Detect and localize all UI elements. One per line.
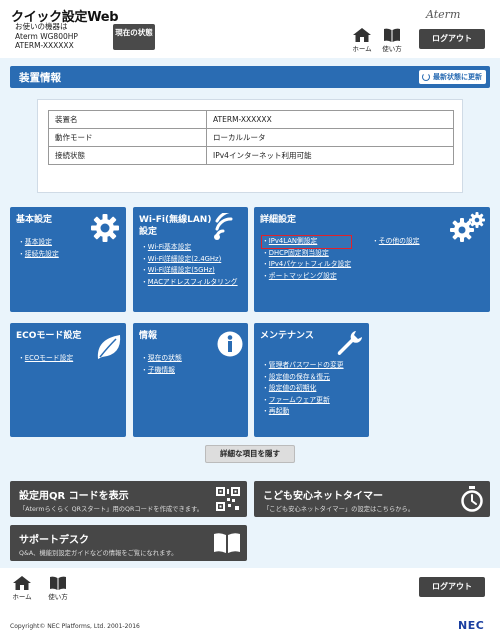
page-titlebar: 装置情報 最新状態に更新 — [10, 66, 490, 88]
device-name: ATERM-XXXXXX — [15, 41, 74, 50]
banner-desc: 「Atermらくらく QRスタート」用のQRコードを作成できます。 — [19, 506, 204, 513]
device-label: お使いの機器は — [15, 22, 68, 31]
tile-title: 基本設定 — [16, 215, 53, 225]
brand-logo: Aterm — [426, 8, 461, 21]
table-row: 動作モード ローカルルータ — [48, 128, 454, 147]
device-info-table: 装置名 ATERM-XXXXXX 動作モード ローカルルータ 接続状態 IPv4インタ… — [48, 110, 454, 165]
gears-icon — [450, 212, 485, 242]
tile-eco-mode: ECOモード設定 ECOモード設定 — [10, 323, 126, 437]
wrench-icon — [337, 331, 362, 355]
status-button[interactable]: 現在の状態 — [113, 24, 155, 50]
device-model: Aterm WG800HP — [15, 31, 78, 41]
menu-link[interactable]: 現在の状態 — [141, 353, 182, 365]
tile-title: 情報 — [139, 331, 158, 341]
gear-icon — [91, 214, 119, 242]
info-value: ATERM-XXXXXX — [206, 110, 454, 129]
refresh-icon — [422, 73, 430, 81]
banner-title: 設定用QR コードを表示 — [19, 491, 129, 502]
info-key: 装置名 — [48, 110, 207, 129]
refresh-button[interactable]: 最新状態に更新 — [419, 70, 486, 84]
banner-title: こども安心ネットタイマー — [263, 491, 383, 502]
logout-button-footer[interactable]: ログアウト — [419, 577, 485, 597]
qr-code-banner[interactable]: 設定用QR コードを表示 「Atermらくらく QRスタート」用のQRコードを作… — [10, 481, 247, 517]
menu-link[interactable]: Wi-Fi詳細設定(2.4GHz) — [141, 254, 241, 266]
menu-link[interactable]: 設定値の保存＆復元 — [262, 372, 344, 384]
wifi-icon — [214, 213, 233, 240]
device-info-box: 装置名 ATERM-XXXXXX 動作モード ローカルルータ 接続状態 IPv4インタ… — [37, 99, 463, 193]
stopwatch-icon — [461, 486, 483, 512]
book-icon — [50, 576, 66, 590]
header: クイック設定Web お使いの機器は Aterm WG800HP ATERM-XX… — [0, 0, 500, 58]
logout-button[interactable]: ログアウト — [419, 29, 485, 49]
kids-net-timer-banner[interactable]: こども安心ネットタイマー 「こども安心ネットタイマー」の設定はこちらから。 — [254, 481, 490, 517]
banner-desc: 「こども安心ネットタイマー」の設定はこちらから。 — [263, 506, 415, 513]
tile-information: 情報 現在の状態 子機情報 — [133, 323, 248, 437]
page-title: 装置情報 — [19, 72, 61, 84]
menu-link[interactable]: MACアドレスフィルタリング — [141, 277, 241, 289]
menu-link[interactable]: 子機情報 — [141, 365, 182, 377]
tile-maintenance: メンテナンス 管理者パスワードの変更 設定値の保存＆復元 設定値の初期化 ファー… — [254, 323, 369, 437]
home-icon — [13, 576, 31, 590]
table-row: 装置名 ATERM-XXXXXX — [48, 110, 454, 129]
menu-link[interactable]: ポートマッピング設定 — [262, 271, 351, 283]
info-icon — [217, 331, 243, 357]
device-info: お使いの機器は Aterm WG800HP ATERM-XXXXXX — [15, 22, 78, 51]
menu-link[interactable]: 設定値の初期化 — [262, 383, 344, 395]
menu-link[interactable]: ファームウェア更新 — [262, 395, 344, 407]
nec-logo: NEC — [458, 619, 485, 632]
support-desk-banner[interactable]: サポートデスク Q&A、機能別設定ガイドなどの情報をご覧になれます。 — [10, 525, 247, 561]
menu-link-ipv4-lan[interactable]: IPv4LAN側設定 — [260, 235, 353, 249]
menu-link[interactable]: 基本設定 — [18, 237, 59, 249]
home-label: ホーム — [352, 45, 372, 53]
menu-link[interactable]: 再起動 — [262, 406, 344, 418]
help-label: 使い方 — [382, 45, 402, 53]
hide-details-button[interactable]: 詳細な項目を隠す — [205, 445, 295, 463]
tile-wifi-settings: Wi-Fi(無線LAN)設定 Wi-Fi基本設定 Wi-Fi詳細設定(2.4GH… — [133, 207, 248, 312]
banner-desc: Q&A、機能別設定ガイドなどの情報をご覧になれます。 — [19, 550, 178, 557]
menu-link[interactable]: Wi-Fi基本設定 — [141, 242, 241, 254]
info-value: IPv4インターネット利用可能 — [206, 146, 454, 165]
home-label: ホーム — [12, 593, 32, 601]
footer-nav: ホーム 使い方 ログアウト — [0, 568, 500, 610]
home-nav-footer[interactable]: ホーム — [11, 576, 33, 601]
info-key: 接続状態 — [48, 146, 207, 165]
info-key: 動作モード — [48, 128, 207, 147]
menu-link[interactable]: 管理者パスワードの変更 — [262, 360, 344, 372]
leaf-icon — [97, 335, 121, 359]
banner-title: サポートデスク — [19, 535, 89, 546]
help-label: 使い方 — [48, 593, 68, 601]
book-icon — [214, 533, 240, 553]
menu-link[interactable]: Wi-Fi詳細設定(5GHz) — [141, 265, 241, 277]
tile-basic-settings: 基本設定 基本設定 接続先設定 — [10, 207, 126, 312]
home-icon — [353, 28, 371, 42]
refresh-label: 最新状態に更新 — [433, 73, 482, 81]
tile-title: 詳細設定 — [260, 215, 297, 225]
menu-link[interactable]: DHCP固定割当設定 — [262, 248, 351, 260]
help-nav-footer[interactable]: 使い方 — [47, 576, 69, 601]
tile-advanced-settings: 詳細設定 IPv4LAN側設定 DHCP固定割当設定 IPv4パケットフィルタ設… — [254, 207, 490, 312]
menu-link[interactable]: IPv4パケットフィルタ設定 — [262, 259, 351, 271]
qr-code-icon — [216, 487, 240, 511]
home-nav[interactable]: ホーム — [351, 28, 373, 53]
help-nav[interactable]: 使い方 — [381, 28, 403, 53]
main-area: 装置情報 最新状態に更新 装置名 ATERM-XXXXXX 動作モード ローカルルー… — [0, 58, 500, 568]
tile-title: メンテナンス — [260, 331, 314, 341]
menu-link[interactable]: 接続先設定 — [18, 249, 59, 261]
menu-link[interactable]: その他の設定 — [372, 236, 420, 248]
copyright: Copyright© NEC Platforms, Ltd. 2001-2016 — [10, 623, 140, 630]
tile-title: ECOモード設定 — [16, 331, 82, 341]
table-row: 接続状態 IPv4インターネット利用可能 — [48, 146, 454, 165]
info-value: ローカルルータ — [206, 128, 454, 147]
book-icon — [384, 28, 400, 42]
tile-title: Wi-Fi(無線LAN)設定 — [139, 215, 212, 237]
menu-link[interactable]: ECOモード設定 — [18, 353, 73, 365]
